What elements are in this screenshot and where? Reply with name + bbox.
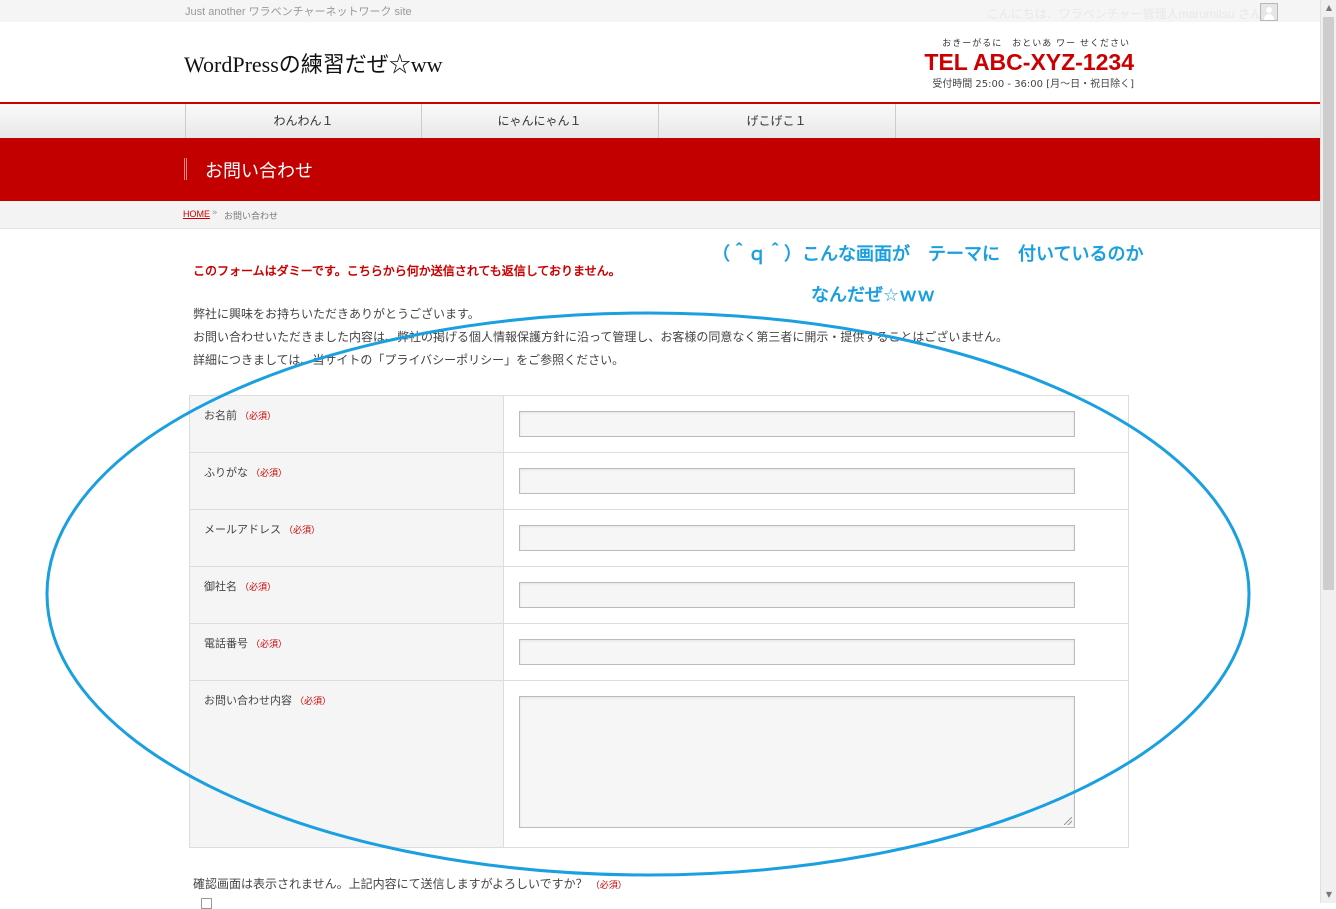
form-label-name: お名前 （必須） (204, 409, 277, 422)
form-label-furigana: ふりがな （必須） (204, 466, 288, 479)
annotation-line-1: （＾ｑ＾）こんな画面が テーマに 付いているのか (712, 244, 1144, 265)
required-tag: （必須） (240, 583, 277, 593)
nav-item-wanwan[interactable]: わんわん１ (185, 104, 421, 138)
intro-line: 詳細につきましては、当サイトの「プライバシーポリシー」をご参照ください。 (193, 353, 625, 367)
form-row-phone: 電話番号 （必須） (190, 624, 1128, 681)
form-row-email: メールアドレス （必須） (190, 510, 1128, 567)
top-bar: Just another ワラベンチャーネットワーク site こんにちは、ワラ… (0, 0, 1320, 22)
form-label-email: メールアドレス （必須） (204, 523, 321, 536)
scroll-thumb[interactable] (1323, 17, 1334, 590)
required-tag: （必須） (251, 469, 288, 479)
confirm-text: 確認画面は表示されません。上記内容にて送信しますがよろしいですか？ （必須） (193, 877, 627, 891)
company-input[interactable] (519, 582, 1075, 608)
form-row-message: お問い合わせ内容 （必須） (190, 681, 1128, 847)
required-tag: （必須） (295, 697, 332, 707)
required-tag: （必須） (284, 526, 321, 536)
furigana-input[interactable] (519, 468, 1075, 494)
confirm-checkbox[interactable] (201, 898, 212, 909)
form-label-cell: お問い合わせ内容 （必須） (190, 681, 504, 847)
intro-line: お問い合わせいただきました内容は、弊社の掲げる個人情報保護方針に沿って管理し、お… (193, 330, 1009, 344)
tel-box: おきーがるに おといあ ワー せください TEL ABC-XYZ-1234 受付… (924, 36, 1134, 90)
tel-number: TEL ABC-XYZ-1234 (924, 49, 1134, 75)
nav-divider (895, 104, 896, 138)
nav-item-nyannyan[interactable]: にゃんにゃん１ (421, 104, 657, 138)
page-title-bar (0, 138, 1320, 201)
form-label-cell: 電話番号 （必須） (190, 624, 504, 680)
form-label-cell: ふりがな （必須） (190, 453, 504, 509)
breadcrumb-home-link[interactable]: HOME (183, 209, 210, 219)
contact-form-table: お名前 （必須） ふりがな （必須） メールアドレス （必須） 御社名 （必須） 電話番… (189, 395, 1129, 848)
tel-hours: 受付時間 25:00 - 36:00 [月〜日・祝日除く] (932, 79, 1134, 90)
message-textarea[interactable] (519, 696, 1075, 828)
required-tag: （必須） (240, 412, 277, 422)
user-avatar-icon[interactable] (1260, 3, 1278, 21)
annotation-line-2: なんだぜ☆ｗｗ (811, 285, 936, 306)
form-label-phone: 電話番号 （必須） (204, 637, 288, 650)
breadcrumb-separator-icon: » (212, 208, 218, 218)
form-label-company: 御社名 （必須） (204, 580, 277, 593)
nav-item-gekogeko[interactable]: げこげこ１ (658, 104, 894, 138)
required-tag: （必須） (590, 881, 627, 891)
name-input[interactable] (519, 411, 1075, 437)
breadcrumb: HOME » お問い合わせ (0, 201, 1320, 229)
form-row-furigana: ふりがな （必須） (190, 453, 1128, 510)
form-label-message: お問い合わせ内容 （必須） (204, 694, 332, 707)
page-title: お問い合わせ (205, 161, 313, 182)
form-label-cell: メールアドレス （必須） (190, 510, 504, 566)
resize-grip-icon[interactable] (1064, 817, 1072, 825)
form-row-company: 御社名 （必須） (190, 567, 1128, 624)
form-label-cell: お名前 （必須） (190, 396, 504, 452)
user-greeting[interactable]: こんにちは、ワラベンチャー管理人marumitsu さん (987, 5, 1262, 22)
required-tag: （必須） (251, 640, 288, 650)
tel-kana: おきーがるに おといあ ワー せください (942, 39, 1130, 49)
dummy-form-notice: このフォームはダミーです。こちらから何か送信されても返信しておりません。 (193, 264, 621, 278)
form-row-name: お名前 （必須） (190, 396, 1128, 453)
title-accent-mark (184, 158, 187, 180)
global-nav: わんわん１ にゃんにゃん１ げこげこ１ (0, 104, 1320, 139)
site-header: WordPressの練習だぜ☆ww おきーがるに おといあ ワー せください T… (0, 22, 1320, 104)
site-title[interactable]: WordPressの練習だぜ☆ww (184, 47, 443, 79)
form-label-cell: 御社名 （必須） (190, 567, 504, 623)
site-tagline: Just another ワラベンチャーネットワーク site (185, 6, 412, 18)
phone-input[interactable] (519, 639, 1075, 665)
scroll-down-arrow-icon[interactable]: ▼ (1321, 887, 1336, 903)
breadcrumb-current: お問い合わせ (224, 212, 279, 222)
page-scrollbar[interactable]: ▲ ▼ (1320, 0, 1336, 903)
scroll-up-arrow-icon[interactable]: ▲ (1321, 0, 1336, 16)
intro-text: 弊社に興味をお持ちいただきありがとうございます。 お問い合わせいただきました内容… (193, 303, 1008, 372)
email-input[interactable] (519, 525, 1075, 551)
